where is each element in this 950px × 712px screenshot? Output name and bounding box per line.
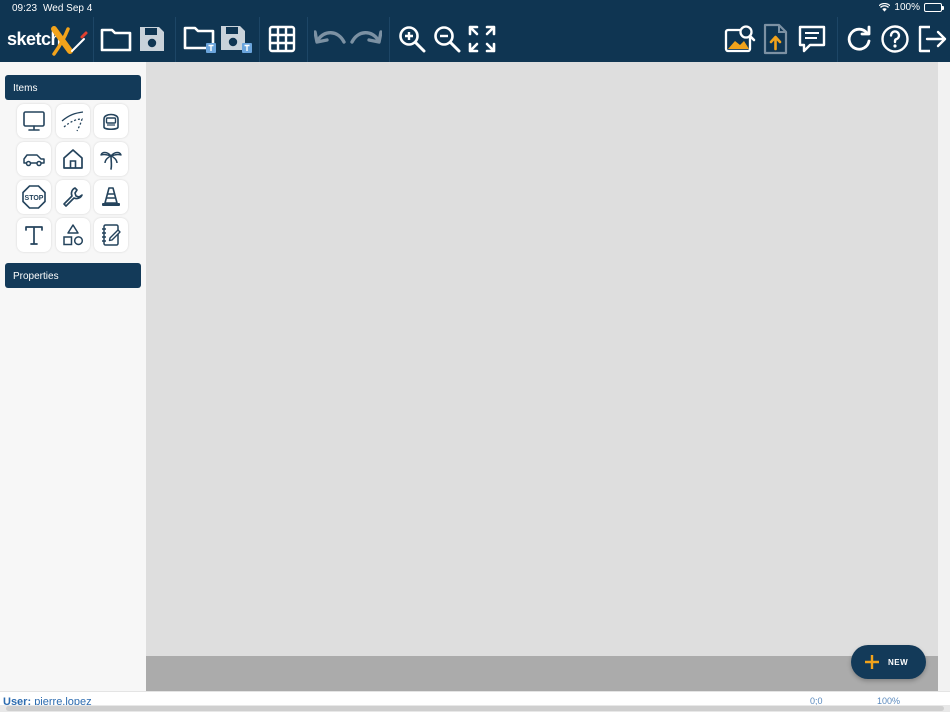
folder-icon (100, 28, 132, 52)
redo-button[interactable] (348, 21, 384, 57)
zoom-in-icon (399, 26, 426, 53)
logout-icon (918, 25, 947, 53)
folder-template-icon (183, 26, 216, 53)
status-date: Wed Sep 4 (43, 3, 93, 14)
palm-tree-tool[interactable] (94, 142, 128, 176)
shapes-icon (63, 224, 84, 246)
monitor-icon (23, 111, 45, 131)
refresh-icon (847, 25, 871, 51)
traffic-cone-tool[interactable] (94, 180, 128, 214)
image-search-icon (724, 25, 756, 53)
stop-sign-icon: STOP (22, 185, 46, 209)
toolbar-separator (389, 17, 390, 62)
battery-icon (924, 3, 944, 12)
drawing-canvas[interactable] (146, 62, 938, 656)
export-button[interactable] (758, 21, 794, 57)
toolbar: sketch (0, 17, 950, 62)
items-panel-header[interactable]: Items (5, 75, 141, 100)
undo-button[interactable] (312, 21, 348, 57)
wifi-icon (879, 3, 891, 12)
app-logo: sketch (4, 21, 90, 59)
help-button[interactable] (877, 21, 913, 57)
sidebar: Items STOP Properties (0, 62, 146, 691)
open-template-button[interactable] (182, 21, 218, 57)
road-tool[interactable] (56, 104, 90, 138)
file-export-icon (763, 23, 788, 55)
save-icon (140, 27, 164, 51)
save-template-icon (221, 26, 252, 53)
monitor-tool[interactable] (17, 104, 51, 138)
palm-tree-icon (100, 151, 122, 170)
comment-icon (798, 25, 826, 53)
house-tool[interactable] (56, 142, 90, 176)
comments-button[interactable] (794, 21, 830, 57)
toolbar-separator (837, 17, 838, 62)
properties-panel-header[interactable]: Properties (5, 263, 141, 288)
road-icon (61, 111, 84, 132)
car-tool[interactable] (17, 142, 51, 176)
text-icon (25, 226, 43, 245)
new-button[interactable]: NEW (851, 645, 926, 679)
car-icon (23, 154, 45, 167)
grid-icon (268, 25, 296, 53)
logout-button[interactable] (914, 21, 950, 57)
fit-screen-button[interactable] (464, 21, 500, 57)
toolbar-separator (259, 17, 260, 62)
status-bar: 09:23 Wed Sep 4 100% (0, 0, 950, 17)
plus-icon (865, 655, 879, 669)
logo-x-mark (51, 26, 88, 56)
toolbar-separator (175, 17, 176, 62)
notebook-icon (102, 224, 121, 246)
undo-icon (314, 30, 346, 44)
zoom-out-button[interactable] (429, 21, 465, 57)
refresh-button[interactable] (841, 21, 877, 57)
grid-button[interactable] (264, 21, 300, 57)
status-time: 09:23 (12, 3, 38, 14)
toolbar-separator (307, 17, 308, 62)
battery-percent: 100% (894, 2, 920, 13)
save-template-button[interactable] (218, 21, 254, 57)
fullscreen-icon (468, 25, 496, 53)
traffic-cone-icon (102, 187, 120, 206)
notes-tool[interactable] (94, 218, 128, 252)
stop-sign-label: STOP (25, 195, 44, 202)
helmet-icon (103, 113, 119, 131)
text-tool[interactable] (17, 218, 51, 252)
wrench-tool[interactable] (56, 180, 90, 214)
horizontal-scrollbar-thumb[interactable] (6, 706, 944, 711)
help-icon (881, 25, 909, 53)
shapes-tool[interactable] (56, 218, 90, 252)
toolbar-separator (93, 17, 94, 62)
new-button-label: NEW (888, 657, 909, 667)
canvas-bottom-area (146, 656, 938, 691)
redo-icon (350, 30, 382, 44)
stop-sign-tool[interactable]: STOP (17, 180, 51, 214)
zoom-out-icon (434, 26, 461, 53)
wrench-icon (63, 187, 83, 207)
search-image-button[interactable] (722, 21, 758, 57)
vertical-scrollbar[interactable] (938, 62, 950, 691)
helmet-tool[interactable] (94, 104, 128, 138)
save-button[interactable] (134, 21, 170, 57)
open-folder-button[interactable] (98, 21, 134, 57)
house-icon (63, 149, 83, 169)
zoom-in-button[interactable] (394, 21, 430, 57)
